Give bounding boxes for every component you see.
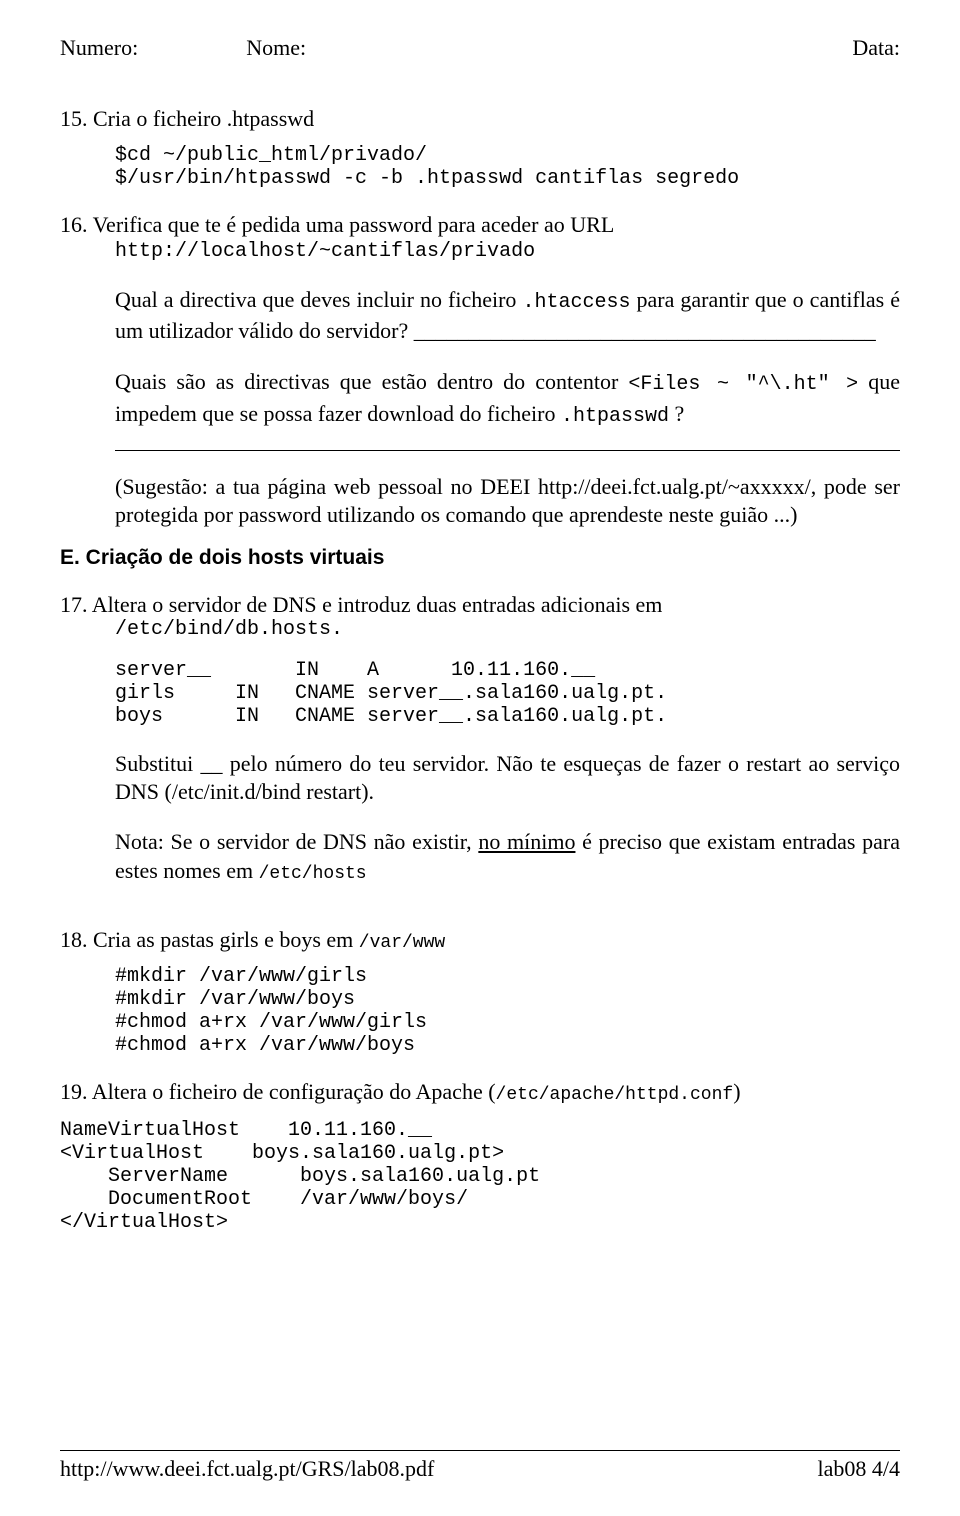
item-17-p2a: Nota: Se o servidor de DNS não existir, xyxy=(115,829,478,854)
header-data: Data: xyxy=(852,35,900,61)
item-18-text-a: 18. Cria as pastas girls e boys em xyxy=(60,927,359,952)
item-16-q2-code2: .htpasswd xyxy=(561,405,669,428)
item-16-q2c: ? xyxy=(669,401,684,426)
item-17-p2u: no mínimo xyxy=(478,829,575,854)
item-18-text-code: /var/www xyxy=(359,933,445,953)
footer-left: http://www.deei.fct.ualg.pt/GRS/lab08.pd… xyxy=(60,1456,434,1482)
item-17-p1: Substitui __ pelo número do teu servidor… xyxy=(115,750,900,805)
footer-row: http://www.deei.fct.ualg.pt/GRS/lab08.pd… xyxy=(60,1456,900,1482)
item-17-p2-code: /etc/hosts xyxy=(259,864,367,884)
item-16-q1-code: .htaccess xyxy=(522,291,630,314)
item-16-q2-code1: <Files ~ "^\.ht" > xyxy=(628,373,858,396)
item-17-p2: Nota: Se o servidor de DNS não existir, … xyxy=(115,827,900,887)
vhost-config: NameVirtualHost 10.11.160.__ <VirtualHos… xyxy=(60,1119,900,1234)
item-16-suggestion: (Sugestão: a tua página web pessoal no D… xyxy=(115,473,900,528)
footer: http://www.deei.fct.ualg.pt/GRS/lab08.pd… xyxy=(60,1450,900,1482)
header-numero: Numero: xyxy=(60,35,138,61)
item-16-q2: Quais são as directivas que estão dentro… xyxy=(115,367,900,430)
section-e-heading: E. Criação de dois hosts virtuais xyxy=(60,546,900,570)
document-page: Numero: Nome: Data: 15. Cria o ficheiro … xyxy=(0,0,960,1516)
item-17-text: 17. Altera o servidor de DNS e introduz … xyxy=(60,592,900,618)
item-16-q1: Qual a directiva que deves incluir no fi… xyxy=(115,285,900,345)
header-nome: Nome: xyxy=(246,35,306,61)
item-18-code: #mkdir /var/www/girls #mkdir /var/www/bo… xyxy=(115,965,900,1057)
item-18-text: 18. Cria as pastas girls e boys em /var/… xyxy=(60,927,900,953)
item-19-text-b: ) xyxy=(733,1079,740,1104)
header-row: Numero: Nome: Data: xyxy=(60,35,900,61)
item-17-dns-table: server__ IN A 10.11.160.__ girls IN CNAM… xyxy=(115,659,900,728)
footer-line xyxy=(60,1450,900,1452)
item-19-text: 19. Altera o ficheiro de configuração do… xyxy=(60,1079,900,1105)
item-16-q1a: Qual a directiva que deves incluir no fi… xyxy=(115,287,522,312)
blank-line xyxy=(115,430,900,451)
footer-right: lab08 4/4 xyxy=(818,1456,901,1482)
item-17-path: /etc/bind/db.hosts. xyxy=(115,618,900,641)
item-15-text: 15. Cria o ficheiro .htpasswd xyxy=(60,106,900,132)
item-16-text: 16. Verifica que te é pedida uma passwor… xyxy=(60,212,900,238)
item-19-text-a: 19. Altera o ficheiro de configuração do… xyxy=(60,1079,496,1104)
item-16-url: http://localhost/~cantiflas/privado xyxy=(115,240,900,263)
item-16-q2a: Quais são as directivas que estão dentro… xyxy=(115,369,628,394)
item-19-text-code: /etc/apache/httpd.conf xyxy=(496,1085,734,1105)
item-15-code: $cd ~/public_html/privado/ $/usr/bin/htp… xyxy=(115,144,900,190)
